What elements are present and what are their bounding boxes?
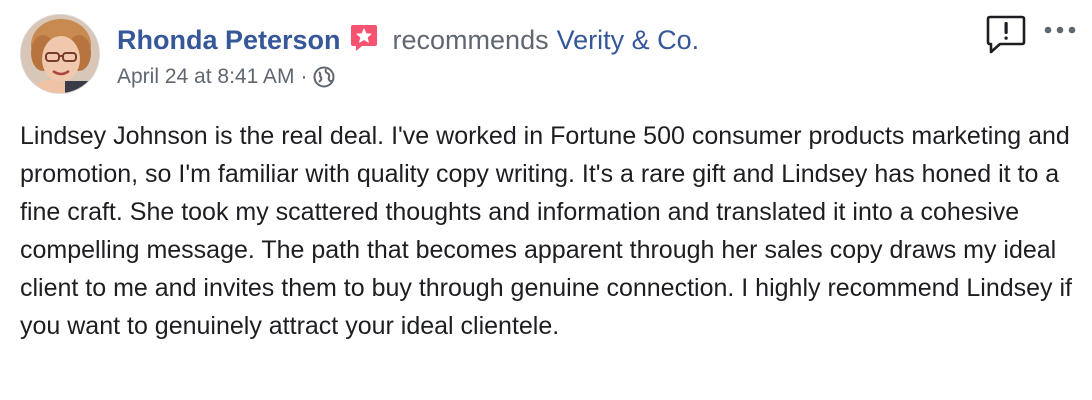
post-header: Rhonda Peterson recommends Verity & Co. <box>117 20 699 60</box>
report-icon[interactable] <box>986 14 1026 54</box>
post-meta: April 24 at 8:41 AM · <box>117 62 335 92</box>
star-badge-icon <box>349 23 379 53</box>
meta-separator: · <box>300 65 308 88</box>
timestamp-link[interactable]: April 24 at 8:41 AM <box>117 65 294 89</box>
post-body-text: Lindsey Johnson is the real deal. I've w… <box>20 122 1073 340</box>
avatar[interactable] <box>20 14 100 94</box>
globe-icon[interactable] <box>313 66 335 88</box>
recommendation-post: Rhonda Peterson recommends Verity & Co. … <box>0 0 1092 400</box>
page-name-link[interactable]: Verity & Co. <box>557 25 700 56</box>
author-name-link[interactable]: Rhonda Peterson <box>117 25 341 56</box>
action-text: recommends <box>392 24 549 55</box>
more-options-icon[interactable] <box>1040 18 1080 42</box>
